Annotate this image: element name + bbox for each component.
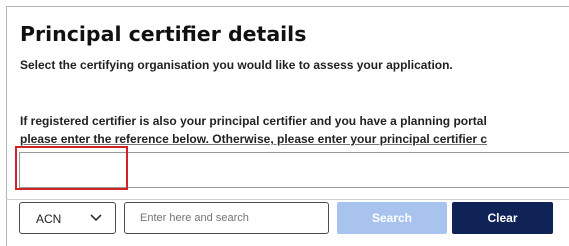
- identifier-type-value: ACN: [36, 212, 62, 226]
- search-input[interactable]: [124, 202, 329, 234]
- clear-button[interactable]: Clear: [452, 202, 553, 234]
- identifier-type-select[interactable]: ACN: [19, 202, 116, 234]
- search-button[interactable]: Search: [337, 202, 447, 234]
- instructions-line-1: If registered certifier is also your pri…: [20, 114, 487, 128]
- reference-input-highlight: [15, 146, 128, 190]
- reference-instructions: If registered certifier is also your pri…: [20, 112, 487, 148]
- page-subtitle: Select the certifying organisation you w…: [20, 58, 453, 72]
- page-title: Principal certifier details: [20, 22, 307, 46]
- chevron-down-icon: [90, 214, 102, 222]
- divider: [6, 199, 569, 200]
